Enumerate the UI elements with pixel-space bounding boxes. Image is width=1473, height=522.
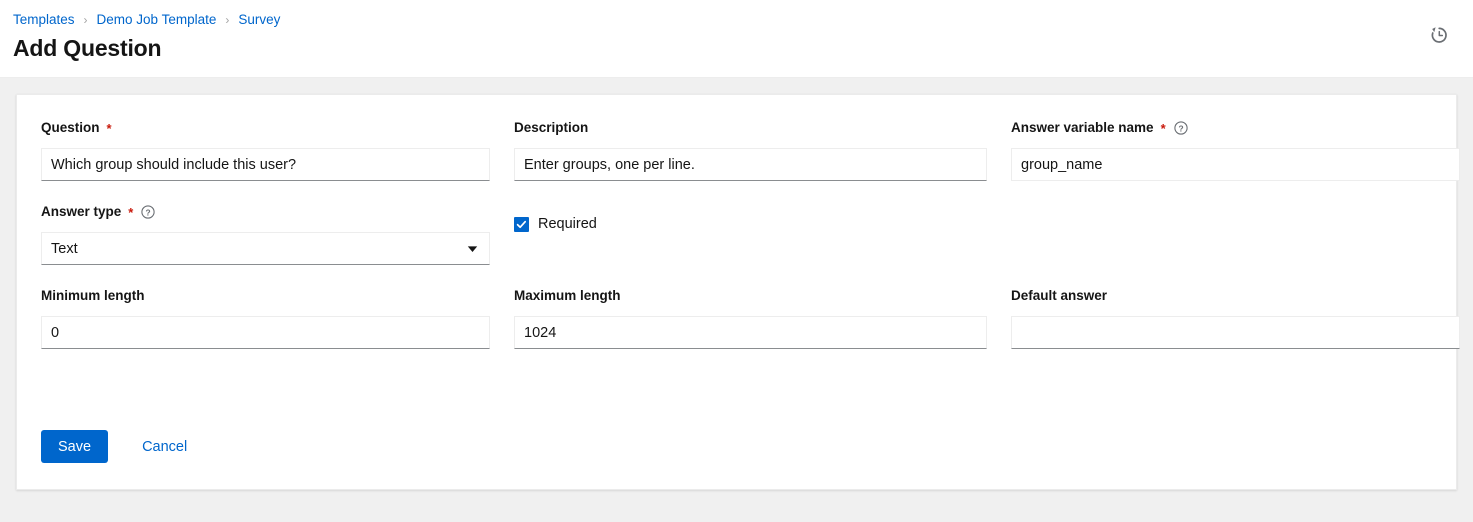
answer-type-label-text: Answer type: [41, 203, 121, 221]
svg-text:?: ?: [1178, 123, 1183, 133]
question-label-text: Question: [41, 119, 100, 137]
answer-variable-name-label: Answer variable name * ?: [1011, 119, 1460, 137]
history-icon: [1429, 25, 1449, 48]
page-header: Templates › Demo Job Template › Survey A…: [0, 0, 1473, 78]
required-asterisk: *: [1161, 122, 1166, 135]
maximum-length-label: Maximum length: [514, 287, 987, 305]
page-title: Add Question: [13, 33, 161, 63]
breadcrumb-item-demo-job-template[interactable]: Demo Job Template: [97, 11, 217, 29]
field-default-answer: Default answer: [1011, 287, 1460, 349]
question-circle-icon[interactable]: ?: [141, 205, 155, 219]
minimum-length-input[interactable]: [41, 316, 490, 349]
breadcrumb: Templates › Demo Job Template › Survey: [13, 11, 280, 29]
answer-variable-name-input[interactable]: [1011, 148, 1460, 181]
field-maximum-length: Maximum length: [514, 287, 987, 349]
breadcrumb-item-survey[interactable]: Survey: [238, 11, 280, 29]
minimum-length-label: Minimum length: [41, 287, 490, 305]
breadcrumb-separator: ›: [225, 11, 229, 29]
breadcrumb-item-templates[interactable]: Templates: [13, 11, 75, 29]
answer-type-select[interactable]: Text: [41, 232, 490, 265]
answer-type-select-value[interactable]: Text: [41, 232, 490, 265]
minimum-length-label-text: Minimum length: [41, 287, 145, 305]
required-asterisk: *: [128, 206, 133, 219]
add-question-form-card: Question * Description Answer variable n…: [16, 94, 1457, 490]
question-input[interactable]: [41, 148, 490, 181]
content-area: Question * Description Answer variable n…: [0, 78, 1473, 506]
default-answer-input[interactable]: [1011, 316, 1460, 349]
field-question: Question *: [41, 119, 490, 181]
question-label: Question *: [41, 119, 490, 137]
answer-type-label: Answer type * ?: [41, 203, 490, 221]
maximum-length-input[interactable]: [514, 316, 987, 349]
field-description: Description: [514, 119, 987, 181]
form-grid: Question * Description Answer variable n…: [41, 119, 1432, 371]
required-checkbox-row[interactable]: Required: [514, 215, 987, 233]
description-input[interactable]: [514, 148, 987, 181]
svg-text:?: ?: [146, 207, 151, 217]
field-required-checkbox: Required: [514, 203, 987, 265]
maximum-length-label-text: Maximum length: [514, 287, 621, 305]
form-actions: Save Cancel: [41, 430, 204, 463]
required-checkbox[interactable]: [514, 217, 529, 232]
field-empty-slot: [1011, 203, 1460, 287]
description-label-text: Description: [514, 119, 588, 137]
answer-variable-name-label-text: Answer variable name: [1011, 119, 1154, 137]
activity-history-button[interactable]: [1422, 19, 1456, 53]
breadcrumb-separator: ›: [84, 11, 88, 29]
field-answer-variable-name: Answer variable name * ?: [1011, 119, 1460, 181]
field-answer-type: Answer type * ? Text: [41, 203, 490, 265]
field-minimum-length: Minimum length: [41, 287, 490, 349]
description-label: Description: [514, 119, 987, 137]
required-asterisk: *: [107, 122, 112, 135]
cancel-button[interactable]: Cancel: [125, 430, 204, 463]
required-checkbox-label: Required: [538, 215, 597, 233]
default-answer-label-text: Default answer: [1011, 287, 1107, 305]
default-answer-label: Default answer: [1011, 287, 1460, 305]
question-circle-icon[interactable]: ?: [1174, 121, 1188, 135]
save-button[interactable]: Save: [41, 430, 108, 463]
